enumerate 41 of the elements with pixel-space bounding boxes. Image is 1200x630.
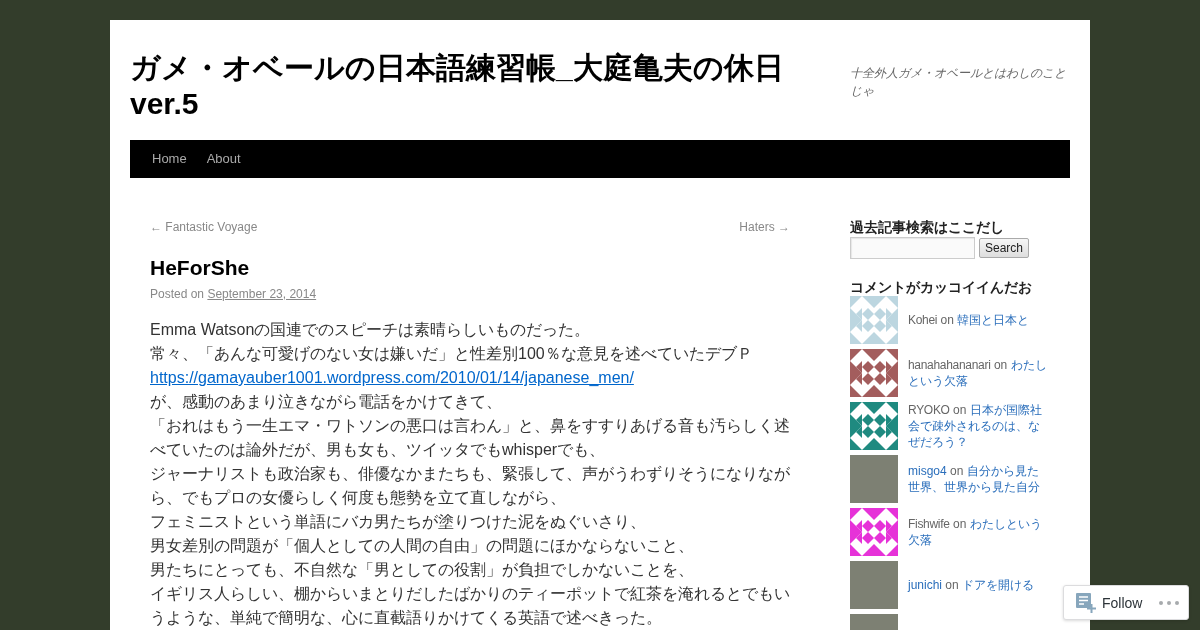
body-text: 男女差別の問題が「個人としての人間の自由」の問題にほかならないこと、	[150, 536, 695, 556]
follow-button[interactable]: Follow	[1076, 592, 1143, 613]
widget-title: 過去記事検索はここだし	[850, 218, 1005, 236]
previous-post-link[interactable]: ← Fantastic Voyage	[150, 218, 258, 236]
site-description: 十全外人ガメ・オベールとはわしのことじゃ	[850, 65, 1067, 100]
body-text: 男たちにとっても、不自然な「男としての役割」が負担でしかないことを、	[150, 560, 695, 580]
author-name: Fishwife	[908, 517, 950, 531]
comment-text[interactable]: misgo4 on 自分から見た世界、世界から見た自分	[908, 463, 1049, 495]
body-text: イギリス人らしい、棚からいまとりだしたばかりのティーポットで紅茶を淹れるとでもいうような、単純で簡明な、心に直截語りかけてくる英語で述べきった。	[150, 584, 790, 628]
author-name: Kohei	[908, 313, 938, 327]
posted-on-label: Posted on	[150, 287, 205, 301]
more-button[interactable]	[1159, 600, 1179, 605]
more-icon	[1159, 600, 1179, 605]
author-name: hanahahananari	[908, 358, 991, 372]
photo-placeholder	[850, 561, 898, 609]
body-text: Emma Watsonの国連でのスピーチは素晴らしいものだった。	[150, 320, 592, 340]
author-name: RYOKO	[908, 403, 950, 417]
photo-placeholder	[850, 455, 898, 503]
comment-text[interactable]: Fishwife on わたしという欠落	[908, 516, 1049, 548]
body-text: 「おれはもう一生エマ・ワトソンの悪口は言わん」と、鼻をすすりあげる音も汚らしく述べていたのは論外だが、男も女も、ツイッタでもwhisperでも、	[150, 416, 790, 460]
author-link[interactable]: junichi	[908, 578, 943, 592]
comment-text[interactable]: Kohei on 韓国と日本と	[908, 312, 1049, 328]
widget-title: コメントがカッコイイんだお	[850, 278, 1033, 296]
document-plus-icon	[1076, 592, 1096, 613]
author-link[interactable]: misgo4	[908, 464, 947, 478]
url-link[interactable]: https://gamayauber1001.wordpress.com/2010/01/14/japanese_men/	[150, 369, 634, 386]
post-title: HeForShe	[150, 255, 251, 281]
body-text: が、感動のあまり泣きながら電話をかけてきて、	[150, 392, 503, 412]
menu-link[interactable]: About	[196, 140, 251, 178]
next-post-link[interactable]: Haters →	[739, 218, 790, 236]
site-title[interactable]: ガメ・オベールの日本語練習帳_大庭亀夫の休日ver.5	[130, 50, 830, 122]
body-text: ジャーナリストも政治家も、俳優なかまたちも、緊張して、声がうわずりそうになりながら、でもプロの女優らしく何度も態勢を立て直しながら、	[150, 464, 790, 508]
comment-text[interactable]: RYOKO on 日本が国際社会で疎外されるのは、なぜだろう？	[908, 402, 1049, 450]
search-field[interactable]	[850, 237, 975, 259]
search-button[interactable]: Search	[979, 238, 1030, 258]
comment-text[interactable]: junichi on ドアを開ける	[908, 577, 1049, 593]
menu-link[interactable]: Home	[142, 140, 197, 178]
body-text: フェミニストという単語にバカ男たちが塗りつけた泥をぬぐいさり、	[150, 512, 647, 532]
body-text: 常々、「あんな可愛げのない女は嫌いだ」と性差別100％な意見を述べていたデブＰ	[150, 344, 754, 364]
comment-text[interactable]: hanahahananari on わたしという欠落	[908, 357, 1049, 389]
post-date-link[interactable]: September 23, 2014	[207, 287, 317, 301]
